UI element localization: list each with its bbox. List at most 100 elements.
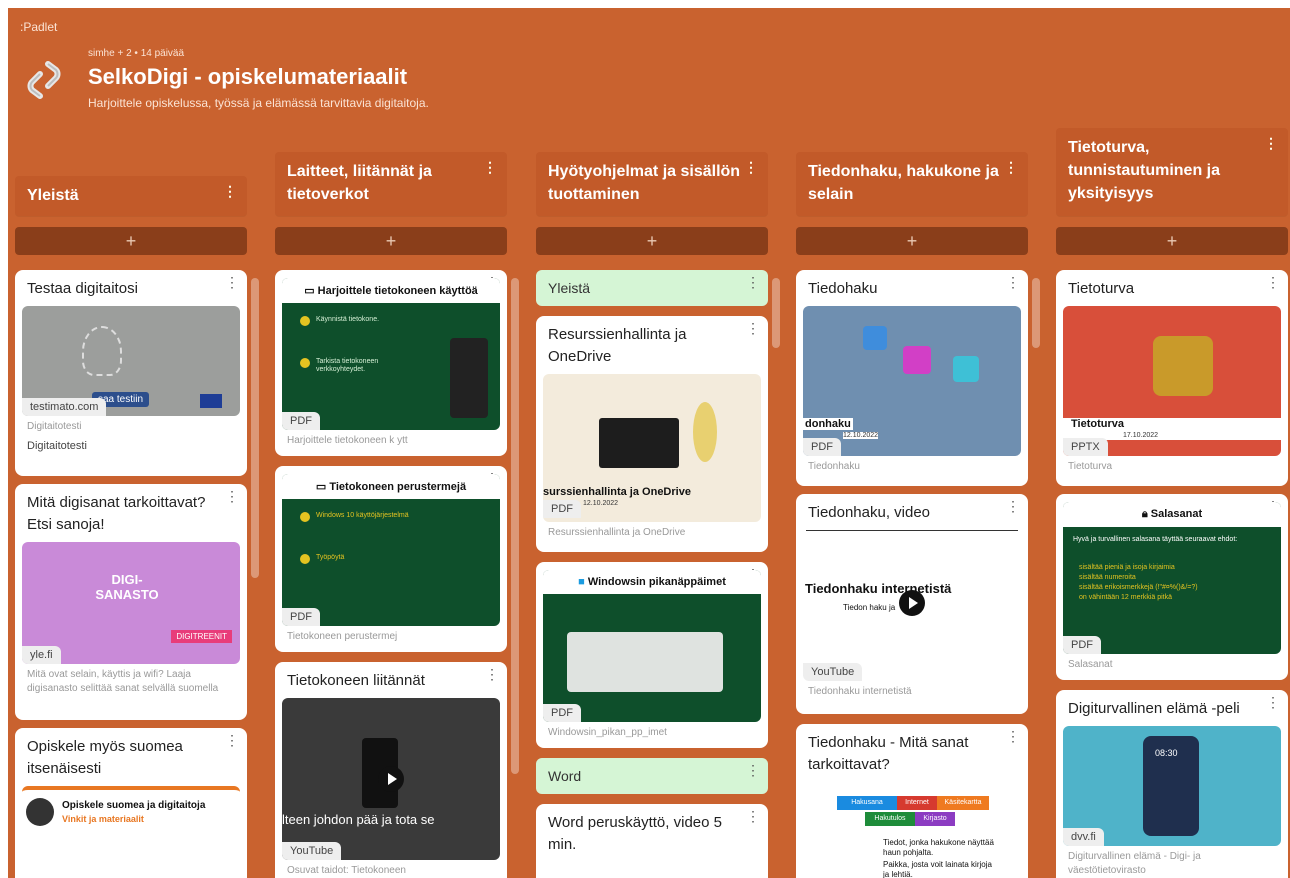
more-icon[interactable]: ⋮: [1006, 274, 1020, 291]
post-card[interactable]: Tiedonhaku, video ⋮ Tiedonhaku interneti…: [796, 494, 1028, 714]
add-post-button[interactable]: +: [15, 227, 247, 255]
more-icon[interactable]: ⋮: [1264, 132, 1278, 155]
post-card[interactable]: ⋮ ▭ Harjoittele tietokoneen käyttöä Käyn…: [275, 270, 507, 456]
padlet-logo[interactable]: :Padlet: [20, 20, 57, 34]
post-card[interactable]: Word peruskäyttö, video 5 min. ⋮: [536, 804, 768, 878]
post-thumbnail: ■ Windowsin pikanäppäimet PDF: [543, 570, 761, 722]
section-title: Yleistä: [548, 280, 591, 296]
column-title: Yleistä: [27, 187, 79, 204]
word-chip: Käsitekartta: [937, 796, 989, 810]
app-icon: [903, 346, 931, 374]
play-icon[interactable]: [899, 590, 925, 616]
post-thumbnail: Opiskele suomea ja digitaitoja Vinkit ja…: [22, 786, 240, 878]
column-header[interactable]: Tietoturva, tunnistautuminen ja yksityis…: [1056, 128, 1288, 216]
source-badge: YouTube: [282, 842, 342, 860]
file-type-badge: PDF: [1063, 636, 1101, 654]
bullet-item: sisältää numeroita: [1079, 574, 1136, 581]
more-icon[interactable]: ⋮: [746, 320, 760, 337]
post-thumbnail: saa testiin testimato.com: [22, 306, 240, 416]
more-icon[interactable]: ⋮: [223, 180, 237, 203]
add-post-button[interactable]: +: [275, 227, 507, 255]
post-title: Tiedonhaku, video: [806, 494, 1018, 531]
more-icon[interactable]: ⋮: [1266, 694, 1280, 711]
step-text: Windows 10 käyttöjärjestelmä: [316, 512, 409, 519]
more-icon[interactable]: ⋮: [1006, 498, 1020, 515]
section-word[interactable]: Word ⋮: [536, 758, 768, 794]
step-text: Käynnistä tietokone.: [316, 316, 380, 323]
file-type-badge: PDF: [543, 500, 581, 518]
post-card[interactable]: Digiturvallinen elämä -peli ⋮ 08:30 dvv.…: [1056, 690, 1288, 878]
more-icon[interactable]: ⋮: [746, 274, 760, 291]
column-header[interactable]: Yleistä ⋮: [15, 176, 247, 216]
board-meta: simhe + 2 • 14 päivää: [88, 48, 185, 59]
more-icon[interactable]: ⋮: [746, 762, 760, 779]
column-header[interactable]: Tiedonhaku, hakukone ja selain ⋮: [796, 152, 1028, 216]
add-post-button[interactable]: +: [536, 227, 768, 255]
word-chip: Kirjasto: [915, 812, 955, 826]
post-card[interactable]: Tiedonhaku - Mitä sanat tarkoittavat? ⋮ …: [796, 724, 1028, 878]
definition-text: Tiedot, jonka hakukone näyttää haun pohj…: [883, 838, 994, 857]
more-icon[interactable]: ⋮: [485, 666, 499, 683]
more-icon[interactable]: ⋮: [1006, 728, 1020, 745]
word-chip: Hakutulos: [865, 812, 915, 826]
post-card[interactable]: ⋮ ▭ Tietokoneen perustermejä Windows 10 …: [275, 466, 507, 652]
screen-icon: [450, 338, 488, 418]
post-thumbnail: Tiedonhaku internetistä Tiedon haku ja Y…: [803, 531, 1021, 681]
post-card[interactable]: ⋮ 🔒︎ Salasanat Hyvä ja turvallinen salas…: [1056, 494, 1288, 680]
thumb-text: Tietoturva: [1071, 418, 1124, 430]
source-badge: testimato.com: [22, 398, 107, 416]
padlet-board: :Padlet simhe + 2 • 14 päivää SelkoDigi …: [8, 8, 1290, 878]
thumb-title: ■ Windowsin pikanäppäimet: [543, 570, 761, 594]
more-icon[interactable]: ⋮: [225, 732, 239, 749]
post-card[interactable]: Testaa digitaitosi ⋮ saa testiin testima…: [15, 270, 247, 476]
column-header[interactable]: Hyötyohjelmat ja sisällön tuottaminen ⋮: [536, 152, 768, 216]
post-card[interactable]: Mitä digisanat tarkoittavat? Etsi sanoja…: [15, 484, 247, 720]
post-title: Digiturvallinen elämä -peli: [1068, 700, 1240, 717]
scrollbar[interactable]: [1032, 278, 1040, 348]
post-thumbnail: donhaku 12.10.2022 PDF: [803, 306, 1021, 456]
post-title: Resurssienhallinta ja OneDrive: [548, 326, 687, 365]
post-title: Testaa digitaitosi: [27, 280, 138, 297]
post-card[interactable]: Opiskele myös suomea itsenäisesti ⋮ Opis…: [15, 728, 247, 878]
more-icon[interactable]: ⋮: [1266, 274, 1280, 291]
more-icon[interactable]: ⋮: [225, 274, 239, 291]
more-icon[interactable]: ⋮: [1004, 156, 1018, 179]
post-title: Tietoturva: [1068, 280, 1135, 297]
column-title: Tiedonhaku, hakukone ja selain: [808, 163, 999, 203]
post-title: Tiedonhaku - Mitä sanat tarkoittavat?: [808, 734, 969, 773]
scrollbar[interactable]: [251, 278, 259, 578]
column-header[interactable]: Laitteet, liitännät ja tietoverkot ⋮: [275, 152, 507, 216]
add-post-button[interactable]: +: [796, 227, 1028, 255]
link-icon: [27, 61, 61, 99]
padlock-icon: [1153, 336, 1213, 396]
more-icon[interactable]: ⋮: [225, 488, 239, 505]
section-yleista[interactable]: Yleistä ⋮: [536, 270, 768, 306]
thumb-title: Opiskele suomea ja digitaitoja: [62, 800, 206, 811]
post-card[interactable]: Tietokoneen liitännät ⋮ lteen johdon pää…: [275, 662, 507, 878]
more-icon[interactable]: ⋮: [483, 156, 497, 179]
post-card[interactable]: ⋮ ■ Windowsin pikanäppäimet PDF Windowsi…: [536, 562, 768, 748]
post-card[interactable]: Tietoturva ⋮ Tietoturva 17.10.2022 PPTX …: [1056, 270, 1288, 486]
post-thumbnail: 08:30 dvv.fi: [1063, 726, 1281, 846]
post-caption: Windowsin_pikan_pp_imet: [548, 727, 667, 738]
more-icon[interactable]: ⋮: [744, 156, 758, 179]
app-icon: [953, 356, 979, 382]
post-thumbnail: ▭ Tietokoneen perustermejä Windows 10 kä…: [282, 474, 500, 626]
step-icon: [300, 358, 310, 368]
lightbulb-icon: [82, 326, 122, 376]
thumb-date: 17.10.2022: [1123, 432, 1159, 439]
definition-text: Paikka, josta voit lainata kirjoja ja le…: [883, 860, 992, 878]
scrollbar[interactable]: [772, 278, 780, 348]
post-caption: Osuvat taidot: Tietokoneen: [287, 865, 406, 876]
play-icon[interactable]: [378, 766, 404, 792]
more-icon[interactable]: ⋮: [746, 808, 760, 825]
board-title: SelkoDigi - opiskelumateriaalit: [88, 64, 408, 89]
post-card[interactable]: Tiedohaku ⋮ donhaku 12.10.2022 PDF Tiedo…: [796, 270, 1028, 486]
windows-icon: ■: [578, 576, 588, 588]
post-card[interactable]: Resurssienhallinta ja OneDrive ⋮ surssie…: [536, 316, 768, 552]
add-post-button[interactable]: +: [1056, 227, 1288, 255]
thumb-text: Tiedonhaku internetistä: [805, 581, 952, 596]
laptop-icon: [599, 418, 679, 468]
section-title: Word: [548, 768, 582, 784]
scrollbar[interactable]: [511, 278, 519, 774]
